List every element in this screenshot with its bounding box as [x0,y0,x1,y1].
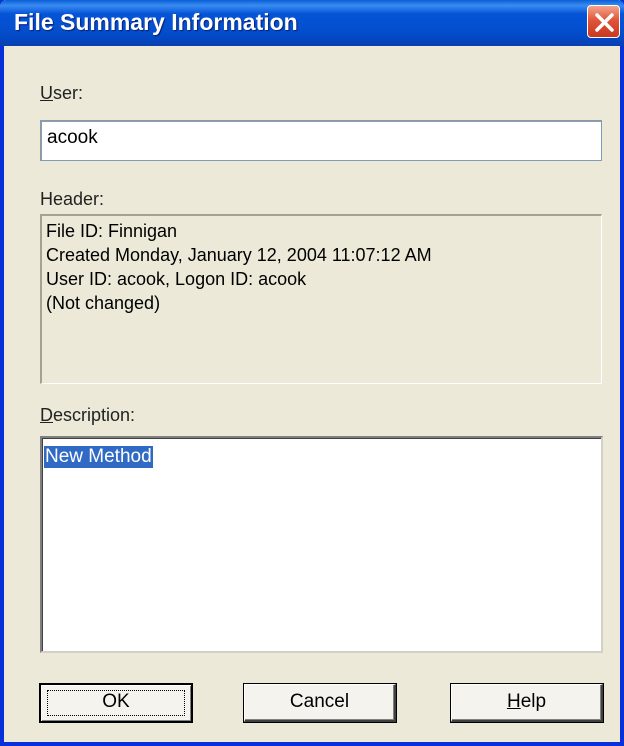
description-textarea[interactable]: New Method [40,436,603,653]
help-button-label: Help [506,691,547,712]
user-input[interactable]: acook [40,120,602,161]
user-input-value: acook [47,127,98,148]
header-change-status: (Not changed) [46,293,161,313]
window-title: File Summary Information [14,9,298,35]
focus-ring [47,690,185,716]
title-bar[interactable]: File Summary Information [0,0,624,46]
cancel-button[interactable]: Cancel [244,684,396,722]
close-button[interactable] [587,5,620,38]
header-user-id: User ID: acook, Logon ID: acook [46,269,307,289]
file-summary-dialog: File Summary Information User: acook Hea… [0,0,624,746]
close-icon [595,13,614,32]
ok-button[interactable]: OK [40,684,192,722]
description-selected-text: New Method [44,446,153,468]
header-label: Header: [40,189,105,209]
header-file-id: File ID: Finnigan [46,221,178,241]
description-label: Description: [40,405,136,425]
header-created: Created Monday, January 12, 2004 11:07:1… [46,245,432,265]
user-label: User: [40,83,84,103]
help-button[interactable]: Help [451,684,603,722]
cancel-button-label: Cancel [289,691,350,712]
header-info-box: File ID: Finnigan Created Monday, Januar… [40,214,602,384]
